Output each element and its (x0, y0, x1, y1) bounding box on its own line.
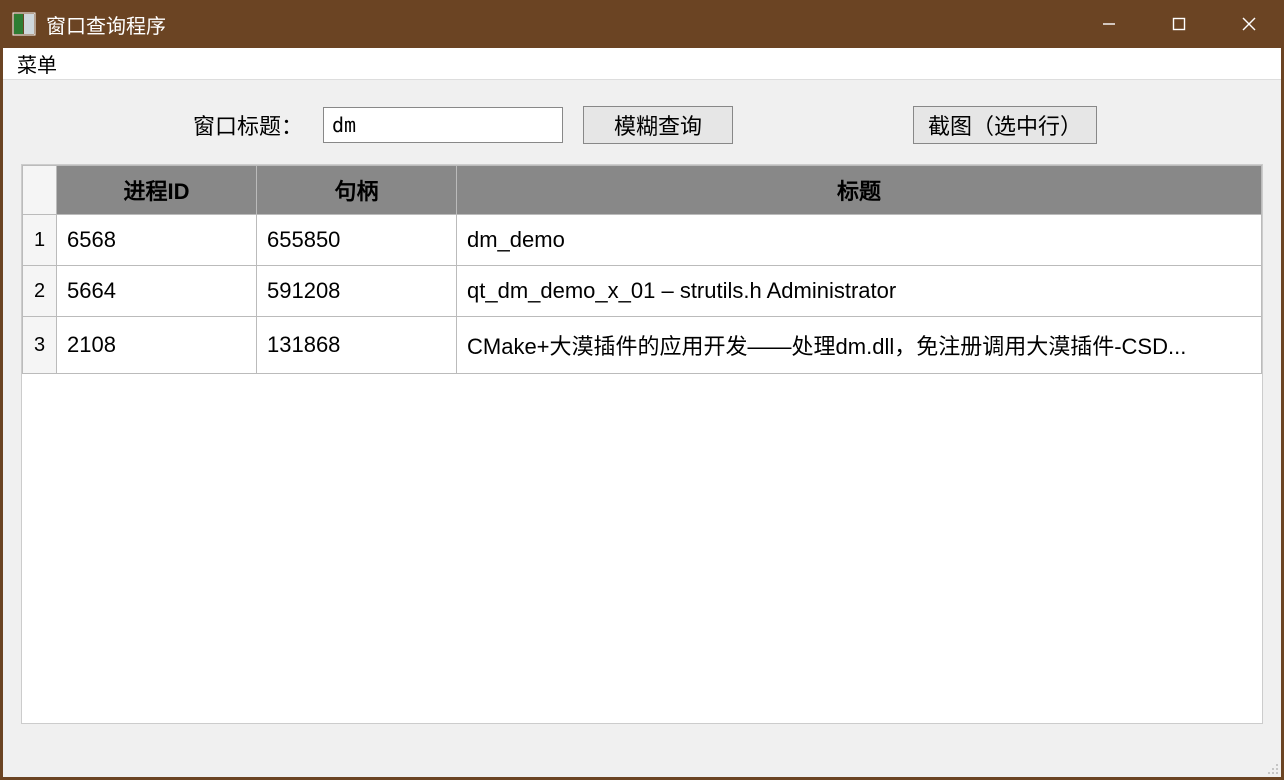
col-header-handle[interactable]: 句柄 (257, 166, 457, 215)
cell-pid[interactable]: 5664 (57, 266, 257, 317)
screenshot-selected-button[interactable]: 截图（选中行） (913, 106, 1097, 144)
row-number: 3 (23, 317, 57, 374)
cell-title[interactable]: qt_dm_demo_x_01 – strutils.h Administrat… (457, 266, 1262, 317)
search-toolbar: 窗口标题： 模糊查询 截图（选中行） (3, 80, 1281, 164)
window-title-input[interactable] (323, 107, 563, 143)
window-title: 窗口查询程序 (46, 10, 1074, 39)
row-number: 2 (23, 266, 57, 317)
fuzzy-search-button[interactable]: 模糊查询 (583, 106, 733, 144)
cell-handle[interactable]: 591208 (257, 266, 457, 317)
minimize-button[interactable] (1074, 0, 1144, 48)
resize-grip-icon[interactable] (1265, 761, 1279, 775)
results-table-container: 进程ID 句柄 标题 16568655850dm_demo25664591208… (21, 164, 1263, 724)
cell-pid[interactable]: 2108 (57, 317, 257, 374)
titlebar[interactable]: 窗口查询程序 (0, 0, 1284, 48)
table-row[interactable]: 16568655850dm_demo (23, 215, 1262, 266)
close-button[interactable] (1214, 0, 1284, 48)
cell-handle[interactable]: 131868 (257, 317, 457, 374)
cell-title[interactable]: CMake+大漠插件的应用开发——处理dm.dll，免注册调用大漠插件-CSD.… (457, 317, 1262, 374)
table-row[interactable]: 32108131868CMake+大漠插件的应用开发——处理dm.dll，免注册… (23, 317, 1262, 374)
app-icon (12, 12, 36, 36)
field-label-window-title: 窗口标题： (193, 109, 303, 141)
col-header-pid[interactable]: 进程ID (57, 166, 257, 215)
row-number: 1 (23, 215, 57, 266)
cell-handle[interactable]: 655850 (257, 215, 457, 266)
menu-item-menu[interactable]: 菜单 (11, 47, 63, 80)
table-corner (23, 166, 57, 215)
cell-title[interactable]: dm_demo (457, 215, 1262, 266)
menubar: 菜单 (3, 48, 1281, 80)
results-table[interactable]: 进程ID 句柄 标题 16568655850dm_demo25664591208… (22, 165, 1262, 374)
table-row[interactable]: 25664591208qt_dm_demo_x_01 – strutils.h … (23, 266, 1262, 317)
cell-pid[interactable]: 6568 (57, 215, 257, 266)
col-header-title[interactable]: 标题 (457, 166, 1262, 215)
maximize-button[interactable] (1144, 0, 1214, 48)
